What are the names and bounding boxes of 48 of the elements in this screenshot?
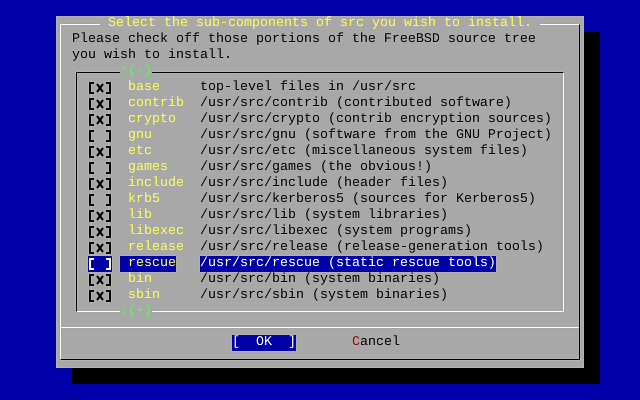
- scroll-indicator[interactable]: ↓(+): [120, 304, 152, 320]
- component-name[interactable]: crypto: [120, 112, 176, 128]
- component-description: /usr/src/etc (miscellaneous system files): [200, 144, 528, 160]
- checkbox[interactable]: [88, 112, 112, 128]
- component-description: /usr/src/games (the obvious!): [200, 160, 432, 176]
- component-description: /usr/src/sbin (system binaries): [200, 288, 448, 304]
- message: Please check off those portions of the FreeBSD source tree you wish to install.: [72, 32, 537, 64]
- component-name[interactable]: lib: [120, 208, 152, 224]
- component-description: /usr/src/release (release-generation tools): [200, 240, 544, 256]
- checkbox[interactable]: [88, 160, 112, 176]
- checkbox[interactable]: [88, 256, 112, 272]
- dialog-title: Select the sub-components of src you wish to install.: [100, 16, 540, 32]
- component-name[interactable]: krb5: [120, 192, 160, 208]
- dialog-button[interactable]: [ OK ]: [232, 335, 296, 351]
- component-description: top-level files in /usr/src: [200, 80, 416, 96]
- component-name[interactable]: libexec: [120, 224, 184, 240]
- checkbox[interactable]: [88, 224, 112, 240]
- component-name[interactable]: sbin: [120, 288, 160, 304]
- scroll-indicator[interactable]: ↑(-): [120, 64, 152, 80]
- checkbox[interactable]: [88, 176, 112, 192]
- component-name[interactable]: base: [120, 80, 160, 96]
- checkbox[interactable]: [88, 272, 112, 288]
- checkbox[interactable]: [88, 192, 112, 208]
- checkbox[interactable]: [88, 96, 112, 112]
- component-name[interactable]: bin: [120, 272, 152, 288]
- checkbox[interactable]: [88, 288, 112, 304]
- component-name[interactable]: include: [120, 176, 184, 192]
- component-description: /usr/src/kerberos5 (sources for Kerberos5): [200, 192, 536, 208]
- checkbox[interactable]: [88, 208, 112, 224]
- component-description: /usr/src/gnu (software from the GNU Project): [200, 128, 552, 144]
- component-description: /usr/src/bin (system binaries): [200, 272, 440, 288]
- component-name[interactable]: contrib: [120, 96, 184, 112]
- component-name[interactable]: release: [120, 240, 184, 256]
- component-description: /usr/src/include (header files): [200, 176, 448, 192]
- dialog-button[interactable]: Cancel: [352, 335, 400, 351]
- component-name[interactable]: games: [120, 160, 168, 176]
- component-description: /usr/src/crypto (contrib encryption sources): [200, 112, 552, 128]
- component-description: /usr/src/rescue (static rescue tools): [200, 256, 496, 272]
- component-description: /usr/src/contrib (contributed software): [200, 96, 512, 112]
- component-name[interactable]: gnu: [120, 128, 152, 144]
- component-description: /usr/src/lib (system libraries): [200, 208, 448, 224]
- component-description: /usr/src/libexec (system programs): [200, 224, 472, 240]
- checkbox[interactable]: [88, 240, 112, 256]
- checkbox[interactable]: [88, 80, 112, 96]
- checkbox[interactable]: [88, 128, 112, 144]
- checkbox[interactable]: [88, 144, 112, 160]
- component-name[interactable]: etc: [120, 144, 152, 160]
- component-name[interactable]: rescue: [120, 256, 176, 272]
